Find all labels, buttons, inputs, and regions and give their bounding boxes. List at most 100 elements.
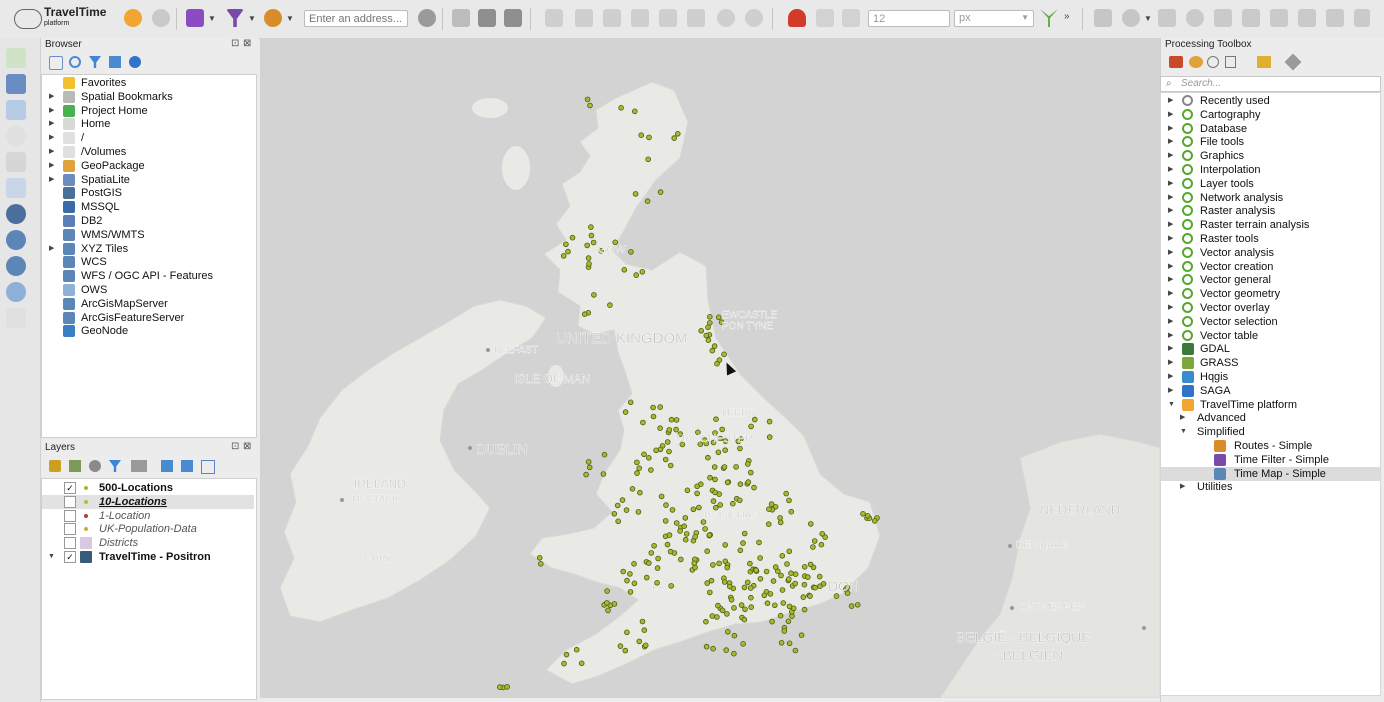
browser-item[interactable]: ▶ /	[42, 131, 254, 145]
chevron-right-icon[interactable]: ▶	[1168, 108, 1173, 122]
location-point[interactable]	[628, 249, 634, 255]
location-point[interactable]	[631, 580, 638, 587]
location-point[interactable]	[668, 416, 675, 423]
location-point[interactable]	[706, 589, 713, 596]
location-point[interactable]	[711, 343, 718, 349]
location-point[interactable]	[786, 548, 793, 555]
location-point[interactable]	[731, 632, 738, 639]
location-point[interactable]	[614, 502, 621, 509]
location-point[interactable]	[692, 533, 698, 540]
processing-item[interactable]: ▼ Simplified	[1161, 425, 1380, 439]
location-point[interactable]	[737, 445, 743, 452]
location-point[interactable]	[565, 248, 571, 255]
location-point[interactable]	[618, 105, 624, 111]
location-point[interactable]	[664, 541, 671, 548]
geocode-icon[interactable]	[418, 9, 436, 27]
chevron-right-icon[interactable]: ▶	[1168, 260, 1173, 274]
location-point[interactable]	[497, 684, 503, 690]
location-point[interactable]	[712, 489, 718, 496]
location-point[interactable]	[694, 490, 700, 497]
location-point[interactable]	[714, 360, 720, 367]
browser-item[interactable]: ▶ SpatiaLite	[42, 173, 254, 187]
location-point[interactable]	[788, 508, 795, 515]
time-map-icon[interactable]	[186, 9, 204, 27]
location-point[interactable]	[634, 470, 640, 476]
location-point[interactable]	[741, 530, 748, 537]
location-point[interactable]	[611, 601, 618, 607]
location-point[interactable]	[584, 242, 591, 249]
processing-item[interactable]: ▶ Vector overlay	[1161, 301, 1380, 315]
processing-item[interactable]: ▶ Vector table	[1161, 329, 1380, 343]
location-point[interactable]	[648, 550, 655, 556]
location-point[interactable]	[819, 530, 825, 537]
location-point[interactable]	[650, 413, 657, 420]
location-point[interactable]	[801, 581, 808, 588]
browser-item[interactable]: PostGIS	[42, 186, 254, 200]
chevron-right-icon[interactable]: ▶	[1168, 232, 1173, 246]
location-point[interactable]	[724, 564, 731, 571]
location-point[interactable]	[604, 588, 610, 594]
location-point[interactable]	[563, 241, 569, 248]
location-point[interactable]	[590, 239, 597, 246]
location-point[interactable]	[560, 253, 567, 259]
location-point[interactable]	[784, 561, 790, 567]
location-point[interactable]	[726, 583, 733, 590]
location-point[interactable]	[586, 261, 592, 267]
location-point[interactable]	[864, 512, 871, 519]
location-point[interactable]	[785, 576, 792, 582]
add-virtual-layer-icon[interactable]	[6, 178, 26, 198]
location-point[interactable]	[761, 592, 768, 599]
location-point[interactable]	[779, 587, 786, 593]
chevron-right-icon[interactable]: ▶	[1168, 163, 1173, 177]
location-point[interactable]	[588, 224, 594, 230]
processing-item[interactable]: ▶ GRASS	[1161, 356, 1380, 370]
label-change-icon[interactable]	[745, 9, 763, 27]
location-point[interactable]	[800, 594, 807, 600]
location-point[interactable]	[667, 462, 674, 469]
location-point[interactable]	[770, 578, 777, 584]
location-point[interactable]	[786, 603, 793, 610]
expand-all-icon[interactable]	[161, 460, 173, 472]
location-point[interactable]	[690, 506, 697, 513]
models-icon[interactable]	[1169, 56, 1183, 68]
location-point[interactable]	[763, 568, 770, 575]
location-point[interactable]	[587, 102, 593, 109]
add-postgis-icon[interactable]	[6, 204, 26, 224]
digitize-icon[interactable]	[452, 9, 470, 27]
location-point[interactable]	[673, 426, 679, 433]
routes-icon[interactable]	[264, 9, 282, 27]
chevron-down-icon[interactable]: ▼	[1144, 14, 1152, 23]
float-panel-icon[interactable]: ⊡	[231, 38, 239, 49]
location-point[interactable]	[709, 613, 716, 619]
vector-simplify-icon[interactable]	[1326, 9, 1344, 27]
location-point[interactable]	[777, 612, 784, 619]
location-point[interactable]	[645, 560, 652, 566]
processing-item[interactable]: ▶ Advanced	[1161, 411, 1380, 425]
location-point[interactable]	[645, 156, 652, 163]
chevron-right-icon[interactable]: ▶	[1168, 342, 1173, 356]
location-point[interactable]	[600, 471, 607, 477]
location-point[interactable]	[801, 606, 808, 613]
location-point[interactable]	[657, 404, 664, 410]
location-point[interactable]	[653, 447, 659, 454]
map-canvas[interactable]: UNITED KINGDOM GOW EWCASTLE PON TYNE BELFAST…	[260, 38, 1160, 698]
location-point[interactable]	[729, 500, 736, 507]
chevron-down-icon[interactable]: ▼	[208, 14, 216, 23]
location-point[interactable]	[740, 640, 746, 647]
new-shapefile-icon[interactable]	[6, 308, 26, 328]
location-point[interactable]	[818, 541, 825, 548]
location-point[interactable]	[627, 589, 634, 595]
browser-item[interactable]: ArcGisFeatureServer	[42, 311, 254, 325]
chevron-right-icon[interactable]: ▶	[1168, 149, 1173, 163]
layer-visibility-checkbox[interactable]	[64, 523, 76, 536]
location-point[interactable]	[677, 528, 683, 534]
add-raster-layer-icon[interactable]	[6, 74, 26, 94]
location-point[interactable]	[757, 555, 763, 561]
location-point[interactable]	[722, 447, 729, 454]
location-point[interactable]	[629, 485, 636, 492]
location-point[interactable]	[643, 574, 650, 581]
location-point[interactable]	[639, 269, 646, 275]
location-point[interactable]	[703, 643, 710, 650]
location-point[interactable]	[591, 292, 597, 298]
location-point[interactable]	[756, 539, 762, 546]
